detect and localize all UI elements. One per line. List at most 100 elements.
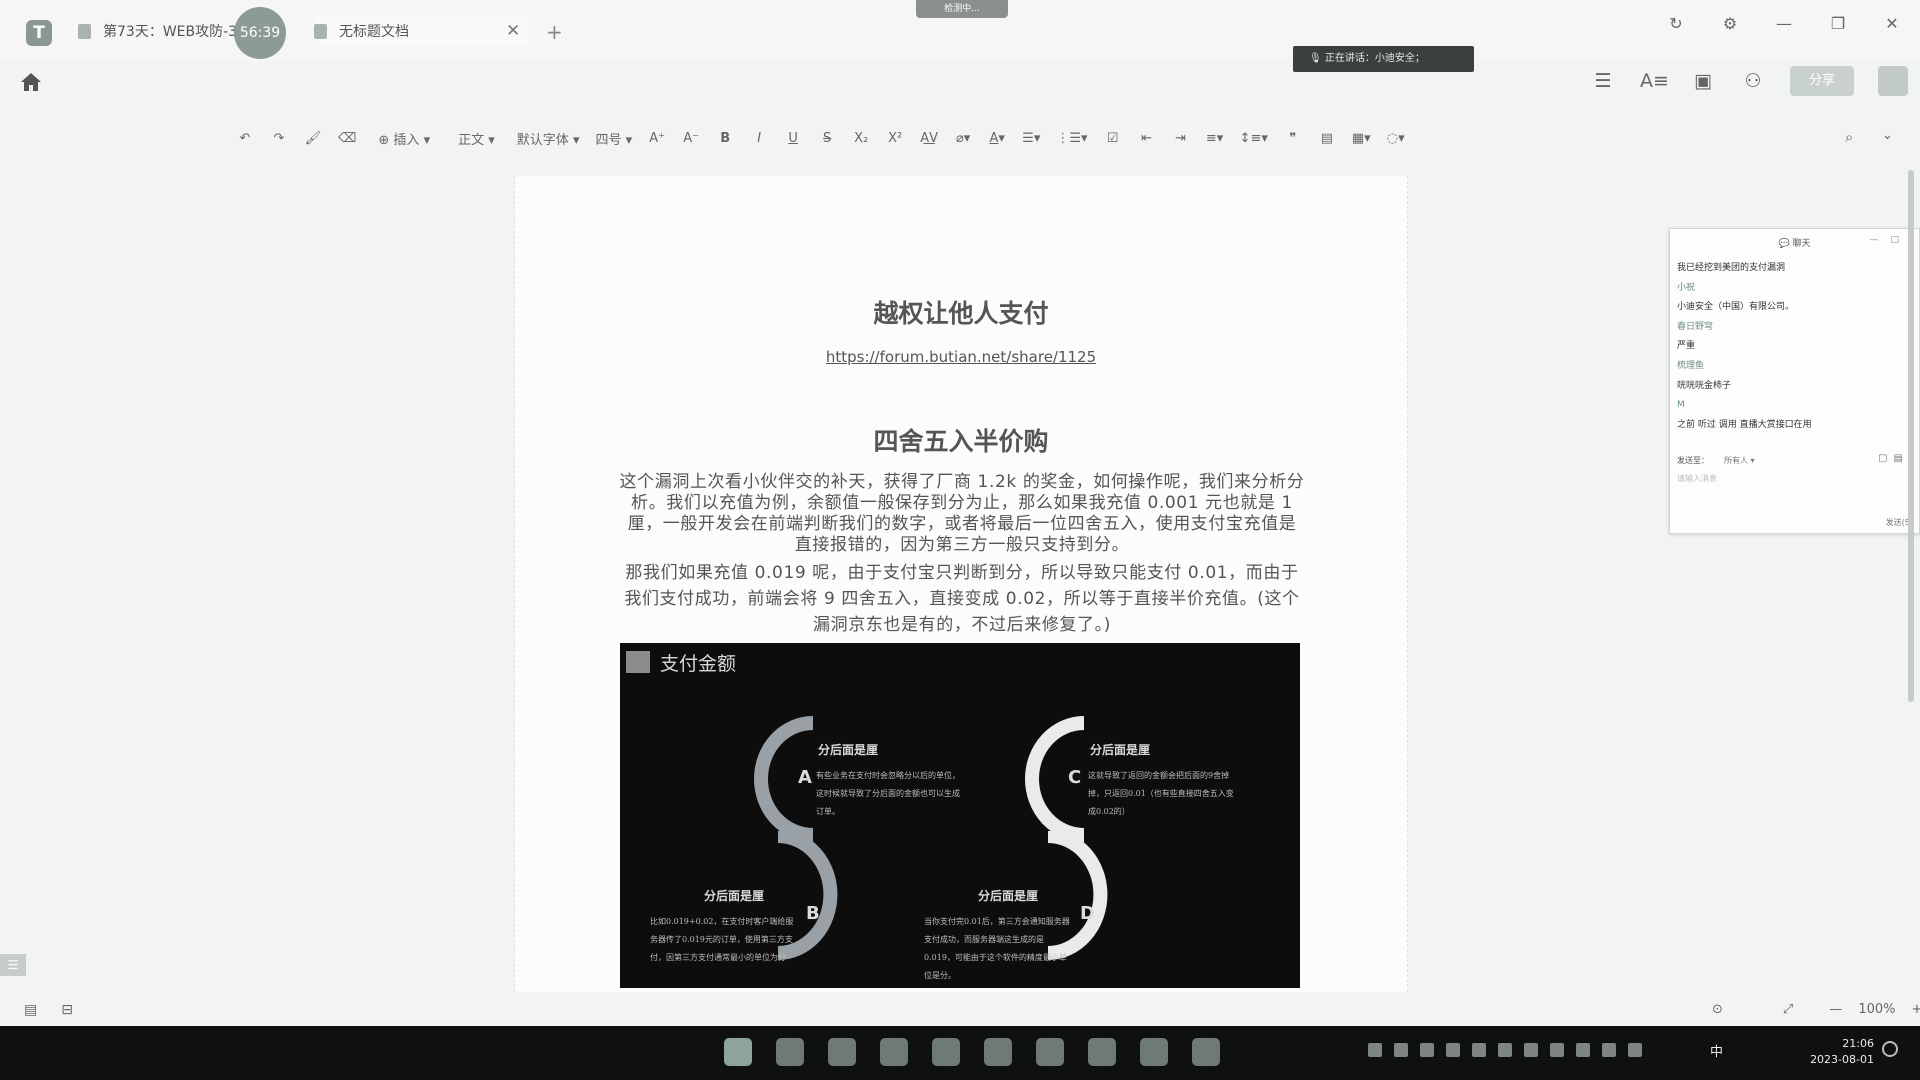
table-icon[interactable]: ▦▾ — [1352, 131, 1371, 146]
indent-icon[interactable]: ⇥ — [1172, 131, 1190, 146]
battery-icon[interactable] — [1602, 1043, 1616, 1057]
text-style-icon[interactable]: A≡ — [1640, 68, 1669, 94]
tool-icon[interactable] — [1036, 1038, 1064, 1066]
tray-icon[interactable] — [1472, 1043, 1486, 1057]
home-icon[interactable] — [20, 72, 42, 92]
taskbar-apps — [724, 1038, 1220, 1066]
tray-icon[interactable] — [1498, 1043, 1512, 1057]
speaking-indicator: 🎙 正在讲话：小迪安全； — [1293, 46, 1474, 72]
paragraph-analysis: 这个漏洞上次看小伙伴交的补天，获得了厂商 1.2k 的奖金，如何操作呢，我们来分… — [619, 472, 1305, 555]
outline-toggle[interactable]: ☰ — [0, 954, 26, 976]
maximize-icon[interactable]: ❐ — [1828, 14, 1848, 33]
chat-input[interactable]: 请输入消息 — [1677, 473, 1717, 484]
tray-icon[interactable] — [1550, 1043, 1564, 1057]
underline-icon[interactable]: U — [784, 131, 802, 146]
redo-icon[interactable]: ↷ — [270, 131, 288, 146]
increase-font-icon[interactable]: A⁺ — [648, 131, 666, 146]
zoom-level[interactable]: 100% — [1858, 1002, 1895, 1017]
highlight-icon[interactable]: ⌀▾ — [954, 131, 972, 146]
refresh-icon[interactable]: ↻ — [1666, 14, 1686, 33]
clock[interactable]: 21:06 2023-08-01 — [1802, 1036, 1874, 1068]
chrome-icon[interactable] — [880, 1038, 908, 1066]
file-explorer-icon[interactable] — [776, 1038, 804, 1066]
checklist-icon[interactable]: ☑ — [1104, 131, 1122, 146]
document-page[interactable]: 越权让他人支付 https://forum.butian.net/share/1… — [514, 176, 1408, 992]
tray-icon[interactable] — [1524, 1043, 1538, 1057]
docs-app-icon[interactable] — [932, 1038, 960, 1066]
tray-icon[interactable] — [1368, 1043, 1382, 1057]
paragraph-icon[interactable]: ▤ — [1318, 131, 1336, 146]
start-icon[interactable] — [724, 1038, 752, 1066]
settings-icon[interactable]: ⚙ — [1720, 14, 1740, 33]
font-family-select[interactable]: 默认字体 ▾ — [517, 129, 580, 148]
send-to-select[interactable]: 所有人 ▾ — [1724, 455, 1755, 466]
fullscreen-icon[interactable]: ⤢ — [1783, 1002, 1793, 1017]
tab-untitled-document[interactable]: 无标题文档 — [314, 16, 528, 46]
font-size-select[interactable]: 四号 ▾ — [595, 129, 632, 148]
chevron-down-icon[interactable]: ⌄ — [1882, 128, 1893, 143]
document-icon — [78, 23, 91, 39]
chat-messages: 我已经挖到美团的支付漏洞 小祝 小迪安全（中国）有限公司。 春日野穹 严重 梳理… — [1677, 259, 1913, 435]
menu-icon[interactable]: ☰ — [1590, 68, 1616, 94]
paragraph-style-select[interactable]: 正文 ▾ — [458, 129, 495, 148]
undo-icon[interactable]: ↶ — [236, 131, 254, 146]
subscript-icon[interactable]: X₂ — [852, 131, 870, 146]
edge-icon[interactable] — [828, 1038, 856, 1066]
add-collaborator-icon[interactable]: ⚇ — [1740, 68, 1766, 94]
share-button[interactable]: 分享 — [1790, 66, 1854, 96]
file-icon[interactable]: ▢ — [1878, 453, 1893, 464]
editor-icon[interactable] — [1140, 1038, 1168, 1066]
close-window-icon[interactable]: ✕ — [1882, 14, 1902, 33]
screen-tool-icon[interactable] — [1088, 1038, 1116, 1066]
quote-icon[interactable]: ❞ — [1284, 131, 1302, 146]
close-icon[interactable]: ✕ — [506, 21, 520, 41]
more-icon[interactable]: ◌▾ — [1387, 131, 1405, 146]
bold-icon[interactable]: B — [716, 131, 734, 146]
heading-a: 分后面是厘 — [818, 743, 879, 757]
chat-sender: 小祝 — [1677, 282, 1696, 293]
window-controls: ↻ ⚙ — ❐ ✕ — [1666, 14, 1902, 33]
insert-button[interactable]: ⊕ 插入 ▾ — [378, 129, 430, 148]
outline-icon[interactable]: ▤ — [24, 1002, 37, 1018]
clear-format-icon[interactable]: ⌫ — [338, 131, 356, 146]
avatar[interactable] — [1878, 66, 1908, 96]
decrease-font-icon[interactable]: A⁻ — [682, 131, 700, 146]
reference-link[interactable]: https://forum.butian.net/share/1125 — [515, 348, 1407, 366]
bullet-list-icon[interactable]: ☰▾ — [1022, 131, 1040, 146]
input-method[interactable]: 中 — [1710, 1041, 1723, 1060]
line-spacing-icon[interactable]: ↕≡▾ — [1240, 131, 1268, 146]
play-icon[interactable]: ⊙ — [1712, 1002, 1723, 1017]
zoom-out-icon[interactable]: — — [1829, 1002, 1842, 1017]
app-logo[interactable]: T — [26, 20, 52, 46]
align-icon[interactable]: ≡▾ — [1206, 131, 1224, 146]
clock-time: 21:06 — [1842, 1037, 1874, 1050]
heading-unauthorized-payment: 越权让他人支付 — [873, 299, 1049, 328]
tray-icon[interactable] — [1420, 1043, 1434, 1057]
text-a: 有些业务在支付时会忽略分以后的单位，这时候就导致了分后面的金额也可以生成订单。 — [816, 771, 960, 816]
zoom-in-icon[interactable]: + — [1911, 1002, 1920, 1017]
font-color-icon[interactable]: A▾ — [988, 131, 1006, 146]
outdent-icon[interactable]: ⇤ — [1138, 131, 1156, 146]
microphone-icon[interactable] — [1628, 1043, 1642, 1057]
strikethrough-icon[interactable]: S — [818, 131, 836, 146]
add-tab-icon[interactable]: + — [546, 20, 563, 44]
tray-icon[interactable] — [1576, 1043, 1590, 1057]
photos-icon[interactable] — [984, 1038, 1012, 1066]
superscript-icon[interactable]: X² — [886, 131, 904, 146]
chat-window-controls[interactable]: —□ — [1869, 235, 1911, 245]
heading-c: 分后面是厘 — [1090, 743, 1151, 757]
italic-icon[interactable]: I — [750, 131, 768, 146]
tray-icon[interactable] — [1394, 1043, 1408, 1057]
header-tools: ☰ A≡ ▣ ⚇ 分享 — [1590, 66, 1908, 96]
scrollbar-thumb[interactable] — [1908, 170, 1914, 702]
minimize-icon[interactable]: — — [1774, 14, 1794, 33]
character-spacing-icon[interactable]: A͟V — [920, 131, 938, 146]
search-icon[interactable]: ⌕ — [1845, 128, 1853, 146]
qq-icon[interactable] — [1192, 1038, 1220, 1066]
present-icon[interactable]: ▣ — [1690, 68, 1716, 94]
notification-icon[interactable] — [1882, 1041, 1898, 1057]
format-painter-icon[interactable]: 🖌 — [304, 131, 322, 146]
numbered-list-icon[interactable]: ⋮☰▾ — [1056, 131, 1087, 146]
page-view-icon[interactable]: ⊟ — [61, 1002, 73, 1018]
shield-icon[interactable] — [1446, 1043, 1460, 1057]
